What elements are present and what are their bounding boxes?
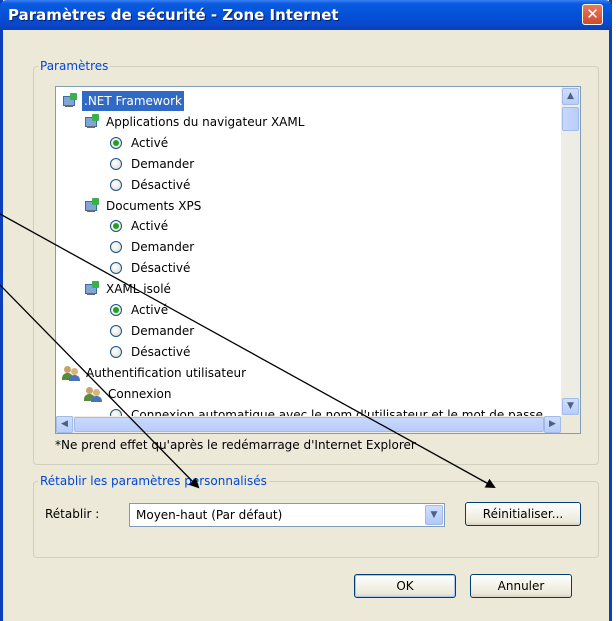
- tree-item-label: Demander: [131, 156, 195, 171]
- radio-button[interactable]: [110, 178, 122, 191]
- tree-node[interactable]: Connexion: [84, 384, 174, 404]
- tree-item-label: Authentification utilisateur: [86, 365, 247, 380]
- cancel-button[interactable]: Annuler: [470, 574, 572, 598]
- users-icon: [62, 365, 80, 381]
- tree-item-label: Désactivé: [131, 177, 191, 192]
- radio-option[interactable]: Demander: [110, 154, 196, 174]
- tree-node[interactable]: .NET Framework: [62, 91, 184, 111]
- tree-node[interactable]: Documents XPS: [84, 196, 203, 216]
- radio-option[interactable]: Désactivé: [110, 175, 192, 195]
- radio-option[interactable]: Demander: [110, 237, 196, 257]
- settings-group-legend: Paramètres: [40, 59, 109, 73]
- vertical-scroll-thumb[interactable]: [562, 107, 579, 131]
- scroll-up-button[interactable]: ▲: [562, 88, 579, 105]
- tree-item-label: .NET Framework: [82, 91, 184, 111]
- network-settings-icon: [84, 281, 100, 297]
- window-title: Paramètres de sécurité - Zone Internet: [8, 6, 339, 24]
- ok-button[interactable]: OK: [354, 574, 456, 598]
- close-button[interactable]: ✕: [582, 4, 603, 25]
- tree-item-label: Activé: [131, 135, 169, 150]
- radio-option[interactable]: Désactivé: [110, 342, 192, 362]
- radio-option[interactable]: Activé: [110, 300, 170, 320]
- radio-button-checked[interactable]: [110, 136, 122, 149]
- network-settings-icon: [84, 113, 100, 130]
- radio-option[interactable]: Désactivé: [110, 258, 192, 278]
- scroll-right-button[interactable]: ▶: [544, 416, 561, 433]
- settings-tree[interactable]: .NET Framework Applications du navigateur…: [55, 86, 581, 434]
- radio-option[interactable]: Activé: [110, 133, 170, 153]
- horizontal-scroll-thumb[interactable]: [74, 417, 544, 432]
- tree-item-label: Demander: [131, 240, 195, 255]
- title-bar[interactable]: Paramètres de sécurité - Zone Internet ✕: [0, 0, 612, 30]
- reset-label: Rétablir :: [45, 507, 100, 521]
- scroll-down-button[interactable]: ▼: [562, 398, 579, 415]
- radio-button[interactable]: [110, 324, 122, 337]
- network-settings-icon: [62, 93, 78, 109]
- restart-note: *Ne prend effet qu'après le redémarrage …: [55, 438, 416, 452]
- radio-button-checked[interactable]: [110, 220, 122, 233]
- radio-button[interactable]: [110, 157, 122, 170]
- radio-button[interactable]: [110, 241, 122, 254]
- security-settings-dialog: Paramètres de sécurité - Zone Internet ✕…: [0, 0, 612, 621]
- tree-item-label: XAML isolé: [106, 282, 171, 297]
- radio-option[interactable]: Activé: [110, 216, 170, 236]
- security-level-select[interactable]: Moyen-haut (Par défaut) ▼: [129, 503, 445, 527]
- horizontal-scrollbar[interactable]: ◀ ▶: [56, 416, 561, 433]
- radio-button[interactable]: [110, 345, 122, 358]
- tree-item-label: Demander: [131, 323, 195, 338]
- tree-item-label: Connexion: [108, 386, 172, 401]
- tree-item-label: Désactivé: [131, 344, 191, 359]
- security-level-value: Moyen-haut (Par défaut): [136, 508, 283, 522]
- tree-item-label: Activé: [131, 303, 169, 317]
- network-settings-icon: [84, 197, 100, 214]
- tree-item-label: Activé: [131, 219, 169, 234]
- radio-button-checked[interactable]: [110, 304, 122, 316]
- radio-button[interactable]: [110, 262, 122, 275]
- tree-node[interactable]: Authentification utilisateur: [62, 363, 248, 383]
- tree-item-label: Désactivé: [131, 261, 191, 276]
- reset-button[interactable]: Réinitialiser...: [465, 502, 581, 526]
- scrollbar-corner: [561, 416, 580, 433]
- tree-node[interactable]: Applications du navigateur XAML: [84, 112, 306, 132]
- close-icon: ✕: [586, 5, 599, 23]
- tree-node[interactable]: XAML isolé: [84, 279, 173, 299]
- vertical-scrollbar[interactable]: ▲ ▼: [561, 87, 580, 416]
- users-icon: [84, 386, 102, 402]
- scroll-left-button[interactable]: ◀: [56, 416, 73, 433]
- reset-group-legend: Rétablir les paramètres personnalisés: [40, 474, 267, 488]
- tree-item-label: Applications du navigateur XAML: [106, 114, 305, 129]
- radio-option[interactable]: Demander: [110, 321, 196, 341]
- chevron-down-icon[interactable]: ▼: [425, 505, 443, 525]
- tree-item-label: Documents XPS: [106, 198, 202, 213]
